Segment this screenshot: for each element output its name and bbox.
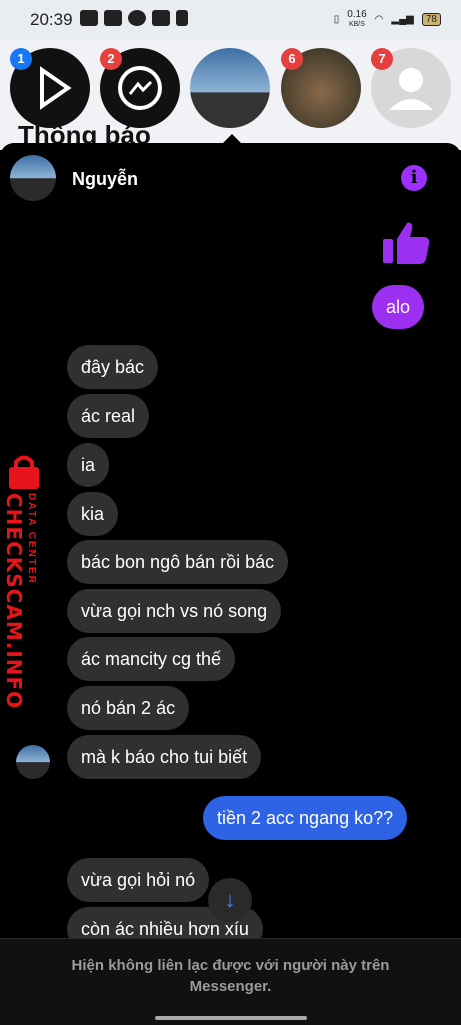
notification-icons xyxy=(80,10,188,26)
outgoing-message[interactable]: alo xyxy=(372,285,425,329)
contact-name[interactable]: Nguyễn xyxy=(72,169,138,190)
outgoing-message[interactable]: tiền 2 acc ngang ko?? xyxy=(203,796,408,840)
status-bar: 20:39 ▯ 0.16 KB/S ◠ ▂▄▆ 78 xyxy=(0,0,461,40)
scroll-down-button[interactable]: ↓ xyxy=(208,878,252,922)
tiktok-icon xyxy=(176,10,188,26)
sender-avatar[interactable] xyxy=(16,745,50,779)
contact-avatar[interactable] xyxy=(10,155,56,201)
incoming-message[interactable]: ác mancity cg thế xyxy=(67,637,236,681)
network-speed: 0.16 KB/S xyxy=(347,9,367,29)
incoming-message[interactable]: mà k báo cho tui biết xyxy=(67,735,262,779)
incoming-message[interactable]: kia xyxy=(67,492,119,536)
thumbs-up-icon[interactable] xyxy=(381,219,431,269)
vibrate-icon: ▯ xyxy=(333,14,340,25)
messenger-icon xyxy=(128,10,146,26)
badge-count: 1 xyxy=(10,48,32,70)
signal-icon: ▂▄▆ xyxy=(391,14,414,25)
active-chat-bubble[interactable] xyxy=(190,48,270,128)
wifi-icon: ◠ xyxy=(374,14,384,25)
default-user-bubble[interactable]: 7 xyxy=(371,48,451,128)
chat-heads-row: 1 2 6 7 xyxy=(0,48,461,138)
info-icon[interactable]: i xyxy=(401,165,427,191)
watermark-tag: DATA CENTER xyxy=(26,493,37,585)
system-icons: ▯ 0.16 KB/S ◠ ▂▄▆ 78 xyxy=(334,10,441,29)
incoming-message[interactable]: đây bác xyxy=(67,345,159,389)
incoming-message[interactable]: vừa gọi nch vs nó song xyxy=(67,589,282,633)
badge-count: 6 xyxy=(281,48,303,70)
clock: 20:39 xyxy=(30,10,73,29)
incoming-message[interactable]: ác real xyxy=(67,394,150,438)
incoming-message[interactable]: ia xyxy=(67,443,110,487)
unavailable-notice-bar: Hiện không liên lạc được với người này t… xyxy=(0,938,461,1025)
watermark: DATA CENTER CHECKSCAM.INFO xyxy=(0,453,52,709)
watermark-brand: CHECKSCAM.INFO xyxy=(2,493,26,710)
game-icon xyxy=(80,10,98,26)
home-indicator[interactable] xyxy=(155,1016,307,1020)
unavailable-notice: Hiện không liên lạc được với người này t… xyxy=(71,957,390,995)
video-bubble[interactable]: 1 xyxy=(10,48,90,128)
lock-icon xyxy=(9,455,39,489)
arrow-down-icon: ↓ xyxy=(224,887,236,912)
badge-count: 7 xyxy=(371,48,393,70)
app-icon xyxy=(104,10,122,26)
incoming-message[interactable]: bác bon ngô bán rồi bác xyxy=(67,540,289,584)
incoming-message[interactable]: nó bán 2 ác xyxy=(67,686,190,730)
messenger-bubble[interactable]: 2 xyxy=(100,48,180,128)
youtube-icon xyxy=(152,10,170,26)
hamster-bubble[interactable]: 6 xyxy=(281,48,361,128)
incoming-message[interactable]: vừa gọi hỏi nó xyxy=(67,858,210,902)
battery-icon: 78 xyxy=(421,13,441,26)
chat-panel: Nguyễn i alo đây bác ác real ia kia bác … xyxy=(0,143,461,943)
badge-count: 2 xyxy=(100,48,122,70)
